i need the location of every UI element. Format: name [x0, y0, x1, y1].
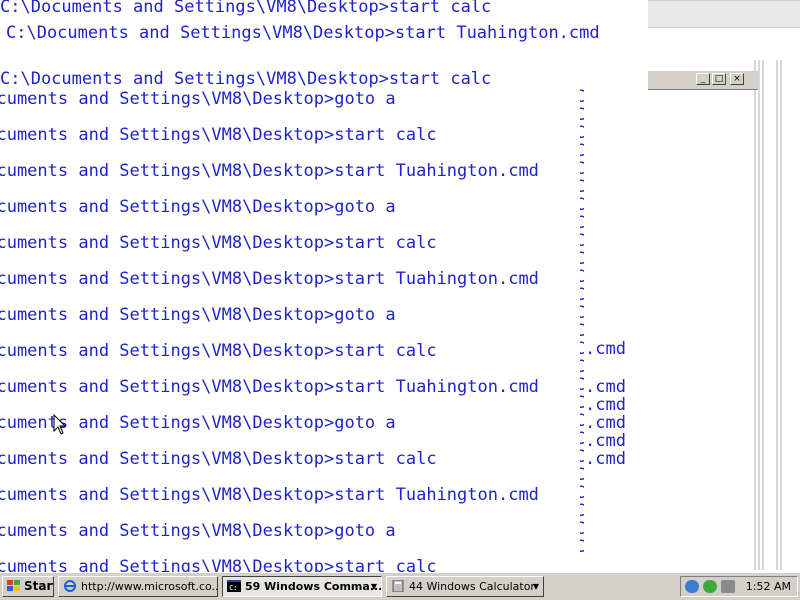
- console-line: Documents and Settings\VM8\Desktop>goto …: [0, 521, 396, 541]
- windows-flag-icon: [7, 580, 20, 591]
- console-output: Documents and Settings\VM8\Desktop>goto …: [0, 90, 539, 572]
- taskbar-item-browser[interactable]: http://www.microsoft.co...: [58, 576, 218, 597]
- console-fragment-suffix: .cmd: [585, 413, 626, 433]
- calculator-icon: [392, 580, 404, 592]
- taskbar-item-command-prompt[interactable]: C: 59 Windows Comma... ▼: [222, 576, 382, 597]
- console-line: Documents and Settings\VM8\Desktop>start…: [0, 377, 539, 397]
- mouse-pointer-icon: [53, 414, 67, 435]
- console-fragment-suffix: .cmd: [585, 449, 626, 469]
- console-line: Documents and Settings\VM8\Desktop>start…: [0, 233, 437, 253]
- taskbar-item-label: 59 Windows Comma...: [245, 580, 382, 593]
- console-line: Documents and Settings\VM8\Desktop>goto …: [0, 89, 396, 109]
- console-line: Documents and Settings\VM8\Desktop>goto …: [0, 413, 396, 433]
- console-fragment-suffix: .cmd: [585, 431, 626, 451]
- scrollbar[interactable]: [754, 60, 764, 570]
- maximize-button[interactable]: □: [712, 73, 726, 85]
- console-line: Documents and Settings\VM8\Desktop>start…: [0, 125, 437, 145]
- console-fragment-suffix: .cmd: [585, 377, 626, 397]
- console-line: C:\Documents and Settings\VM8\Desktop>st…: [6, 23, 600, 43]
- console-fragment-suffix: .cmd: [585, 395, 626, 415]
- console-line: Documents and Settings\VM8\Desktop>start…: [0, 269, 539, 289]
- window-title-bar[interactable]: _ □ ×: [648, 71, 758, 90]
- console-line: C:\Documents and Settings\VM8\Desktop>st…: [0, 0, 492, 17]
- console-line: Documents and Settings\VM8\Desktop>start…: [0, 341, 437, 361]
- chevron-down-icon: ▼: [370, 582, 377, 591]
- window-edge: [648, 0, 800, 28]
- chevron-down-icon: ▼: [532, 582, 539, 591]
- console-line: Documents and Settings\VM8\Desktop>start…: [0, 449, 437, 469]
- close-button[interactable]: ×: [730, 73, 744, 85]
- console-line: Documents and Settings\VM8\Desktop>start…: [0, 485, 539, 505]
- console-fragment-suffix: .cmd: [585, 339, 626, 359]
- clock: 1:52 AM: [745, 580, 791, 593]
- console-line: Documents and Settings\VM8\Desktop>goto …: [0, 197, 396, 217]
- command-prompt-icon: C:: [227, 580, 241, 592]
- console-line: Documents and Settings\VM8\Desktop>goto …: [0, 305, 396, 325]
- background-console-fragments: C C C C C C C C C C C C C C C C C C C C C C C C C C .cmd .cmd .cmd .c…: [575, 88, 645, 572]
- system-tray: 1:52 AM: [680, 576, 798, 597]
- taskbar-item-label: 44 Windows Calculator: [409, 580, 535, 593]
- front-console-window[interactable]: C:\Documents and Settings\VM8\Desktop>st…: [0, 70, 580, 572]
- taskbar-item-calculator[interactable]: 44 Windows Calculator ▼: [386, 576, 544, 597]
- back-console-window[interactable]: C:\Documents and Settings\VM8\Desktop>st…: [0, 0, 648, 72]
- console-line: Documents and Settings\VM8\Desktop>start…: [0, 557, 437, 572]
- scrollbar[interactable]: [776, 60, 782, 570]
- start-label: Start: [24, 579, 53, 593]
- console-line: Documents and Settings\VM8\Desktop>start…: [0, 161, 539, 181]
- network-icon[interactable]: [685, 580, 699, 593]
- taskbar-item-label: http://www.microsoft.co...: [81, 580, 218, 593]
- antivirus-icon[interactable]: [703, 580, 717, 593]
- volume-icon[interactable]: [721, 580, 735, 593]
- svg-text:C:: C:: [229, 584, 237, 592]
- console-line: C:\Documents and Settings\VM8\Desktop>st…: [0, 70, 492, 89]
- start-button[interactable]: Start: [2, 576, 54, 597]
- minimize-button[interactable]: _: [696, 73, 710, 85]
- taskbar: Start http://www.microsoft.co... C: 59 W…: [0, 572, 800, 600]
- internet-explorer-icon: [64, 580, 76, 592]
